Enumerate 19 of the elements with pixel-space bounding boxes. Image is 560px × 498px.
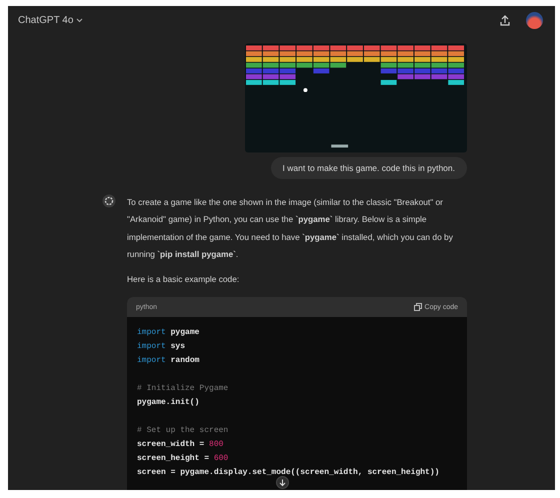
user-message: I want to make this game. code this in python. (270, 157, 467, 179)
chevron-icon (76, 18, 84, 22)
code-line: screen_height = 600 (137, 453, 228, 466)
code-line: import sys (137, 341, 186, 354)
share-icon[interactable] (500, 14, 510, 26)
assistant-logo-icon (102, 194, 116, 208)
response-paragraph: Here is a basic example code: (127, 273, 240, 286)
code-line: import pygame (137, 327, 200, 340)
down-arrow-icon (279, 478, 286, 486)
user-avatar[interactable] (526, 12, 543, 28)
model-selector[interactable]: ChatGPT 4o (18, 14, 84, 26)
code-line: pygame.init() (137, 397, 200, 410)
code-line: # Set up the screen (137, 425, 228, 438)
code-line: screen = pygame.display.set_mode((screen_width, screen_height)) (137, 467, 440, 480)
copy-icon (414, 303, 422, 312)
response-paragraph: To create a game like the one shown in the image (similar to the classic "Breakout" or "Arkanoid" game) in Python, you can use the `pygame` library. Below is a simple implementation of the game. You need to have `pygame` installed, which you can do by running `pip install pygame`. (127, 196, 454, 261)
code-line: # Initialize Pygame (137, 383, 228, 396)
code-line: screen_width = 800 (137, 439, 224, 452)
code-line: import random (137, 355, 200, 368)
